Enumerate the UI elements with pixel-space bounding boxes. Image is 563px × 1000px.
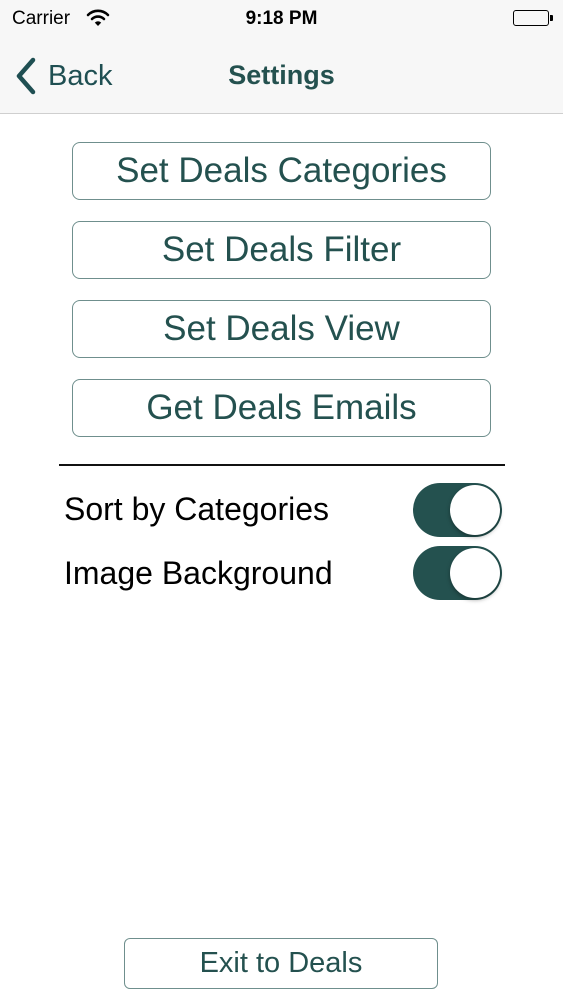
set-deals-filter-button[interactable]: Set Deals Filter bbox=[72, 221, 491, 279]
toggle-knob bbox=[450, 548, 500, 598]
sort-by-categories-label: Sort by Categories bbox=[64, 491, 330, 527]
battery-icon bbox=[513, 10, 553, 28]
exit-to-deals-button[interactable]: Exit to Deals bbox=[124, 938, 438, 989]
navigation-bar: Back Settings bbox=[0, 40, 563, 114]
image-background-label: Image Background bbox=[64, 555, 333, 591]
status-time: 9:18 PM bbox=[245, 8, 318, 29]
status-bar: Carrier 9:18 PM bbox=[0, 0, 563, 40]
sort-by-categories-toggle[interactable] bbox=[413, 483, 502, 537]
set-deals-categories-button[interactable]: Set Deals Categories bbox=[72, 142, 491, 200]
toggle-knob bbox=[450, 485, 500, 535]
get-deals-emails-button[interactable]: Get Deals Emails bbox=[72, 379, 491, 437]
image-background-toggle[interactable] bbox=[413, 546, 502, 600]
page-title: Settings bbox=[228, 60, 335, 90]
set-deals-view-button[interactable]: Set Deals View bbox=[72, 300, 491, 358]
section-divider bbox=[59, 464, 505, 466]
